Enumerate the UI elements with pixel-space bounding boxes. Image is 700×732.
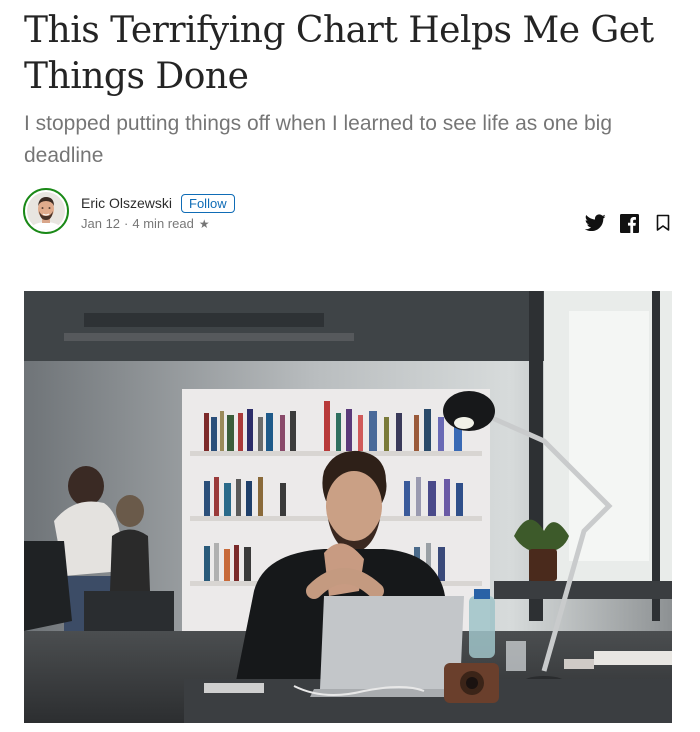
share-bar <box>584 212 674 234</box>
bookmark-icon[interactable] <box>652 212 674 234</box>
article-subtitle: I stopped putting things off when I lear… <box>24 112 613 167</box>
author-row: Eric Olszewski Follow <box>81 193 235 213</box>
office-photo <box>24 291 672 723</box>
follow-button[interactable]: Follow <box>181 193 235 213</box>
facebook-icon[interactable] <box>618 212 640 234</box>
meta-separator: · <box>124 216 129 231</box>
hero-image <box>24 291 672 723</box>
article-meta: Jan 12 · 4 min read ★ <box>81 216 210 231</box>
twitter-icon[interactable] <box>584 212 606 234</box>
author-name[interactable]: Eric Olszewski <box>81 195 172 211</box>
member-star-icon: ★ <box>198 216 210 231</box>
publish-date: Jan 12 <box>81 216 121 231</box>
author-avatar[interactable] <box>23 188 69 234</box>
read-time: 4 min read <box>132 216 194 231</box>
article-title: This Terrifying Chart Helps Me Get Thing… <box>24 10 654 97</box>
avatar-photo <box>27 192 65 230</box>
